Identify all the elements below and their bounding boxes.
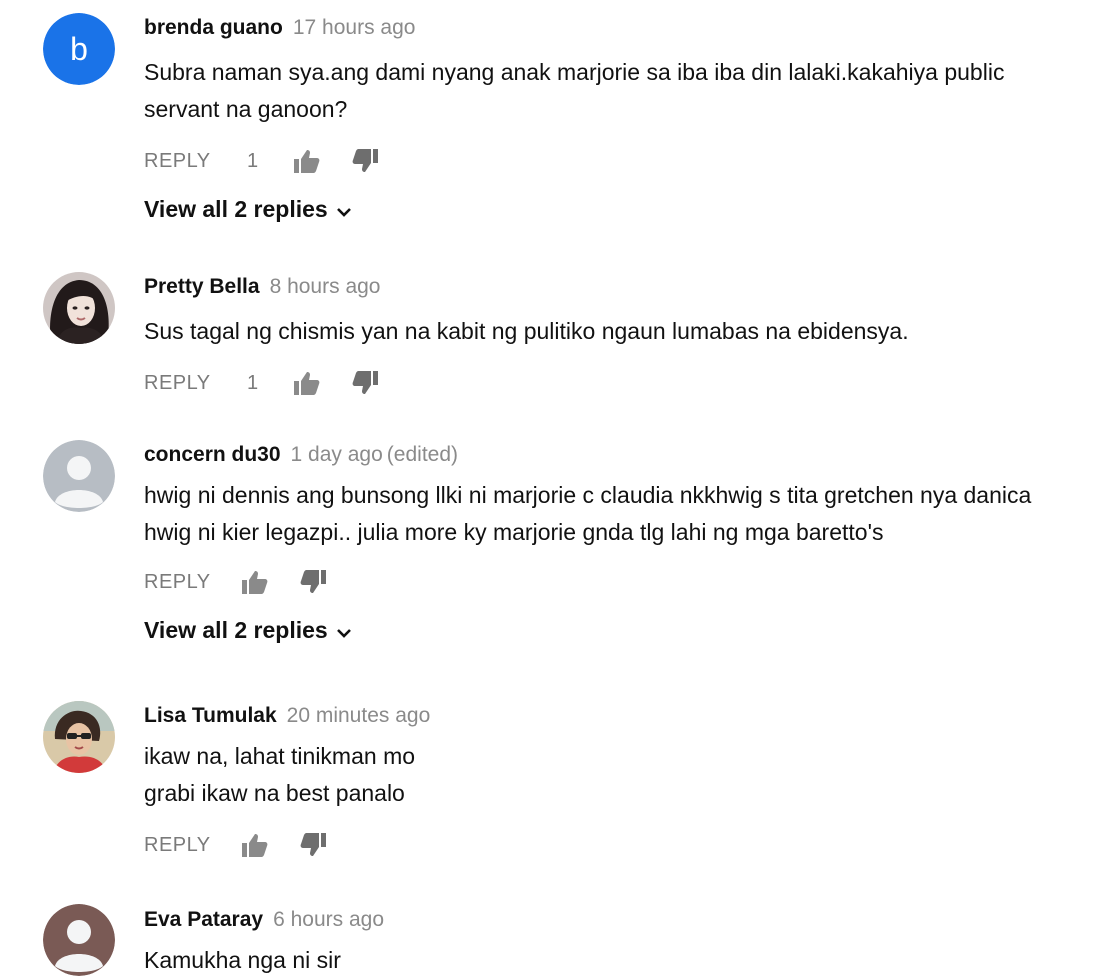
comment-text: Subra naman sya.ang dami nyang anak marj… (144, 54, 1116, 128)
comment-header: Eva Pataray 6 hours ago (144, 906, 1116, 934)
comment-text-line: grabi ikaw na best panalo (144, 780, 405, 806)
comment-header: concern du30 1 day ago (edited) (144, 441, 1116, 469)
comment-text-line: hwig ni kier legazpi.. julia more ky mar… (144, 519, 884, 545)
comment-time[interactable]: 20 minutes ago (287, 704, 431, 727)
view-replies-button[interactable]: View all 2 replies (144, 196, 352, 223)
comment-actions: REPLY (144, 567, 1116, 597)
thumbs-down-icon[interactable] (351, 370, 379, 396)
like-count: 1 (247, 149, 259, 172)
comment-time[interactable]: 1 day ago (291, 443, 383, 466)
default-user-icon (43, 904, 115, 976)
avatar[interactable] (43, 904, 115, 976)
comment-time[interactable]: 6 hours ago (273, 908, 384, 931)
comment-actions: REPLY 1 (144, 368, 1116, 398)
comment-actions: REPLY (144, 830, 1116, 860)
comment-header: brenda guano 17 hours ago (144, 14, 1116, 42)
thumbs-up-icon[interactable] (241, 832, 269, 858)
comment-text-line: ikaw na, lahat tinikman mo (144, 743, 416, 769)
comment-text-line: servant na ganoon? (144, 96, 348, 122)
thumbs-up-icon[interactable] (293, 370, 321, 396)
comment-time[interactable]: 8 hours ago (270, 275, 381, 298)
comment-text-line: Kamukha nga ni sir (144, 947, 341, 973)
comment-text-line: Sus tagal ng chismis yan na kabit ng pul… (144, 318, 909, 344)
view-replies-label: View all 2 replies (144, 617, 328, 643)
author-name[interactable]: Pretty Bella (144, 275, 260, 298)
comment-text: Sus tagal ng chismis yan na kabit ng pul… (144, 313, 1116, 350)
thumbs-down-icon[interactable] (299, 832, 327, 858)
avatar[interactable] (43, 701, 115, 773)
comment-text-line: Subra naman sya.ang dami nyang anak marj… (144, 59, 1005, 85)
avatar-letter: b (70, 31, 88, 67)
thumbs-up-icon[interactable] (241, 569, 269, 595)
letter-avatar-icon: b (43, 13, 115, 85)
author-name[interactable]: brenda guano (144, 16, 283, 39)
comment-time[interactable]: 17 hours ago (293, 16, 416, 39)
edited-label: (edited) (386, 443, 458, 466)
comment-text: Kamukha nga ni sir (144, 942, 1116, 979)
avatar[interactable] (43, 272, 115, 344)
thumbs-down-icon[interactable] (351, 148, 379, 174)
reply-button[interactable]: REPLY (144, 372, 211, 395)
comment-text-line: hwig ni dennis ang bunsong llki ni marjo… (144, 482, 1032, 508)
comment-actions: REPLY 1 (144, 146, 1116, 176)
author-name[interactable]: Eva Pataray (144, 908, 263, 931)
user-photo-icon (43, 272, 115, 344)
reply-button[interactable]: REPLY (144, 834, 211, 857)
comment-text: ikaw na, lahat tinikman mo grabi ikaw na… (144, 738, 1116, 812)
comment-header: Lisa Tumulak 20 minutes ago (144, 702, 1116, 730)
view-replies-label: View all 2 replies (144, 196, 328, 222)
reply-button[interactable]: REPLY (144, 571, 211, 594)
avatar[interactable]: b (43, 13, 115, 85)
author-name[interactable]: concern du30 (144, 443, 281, 466)
thumbs-up-icon[interactable] (293, 148, 321, 174)
default-user-icon (43, 440, 115, 512)
reply-button[interactable]: REPLY (144, 150, 211, 173)
comment-text: hwig ni dennis ang bunsong llki ni marjo… (144, 477, 1116, 551)
user-photo-icon (43, 701, 115, 773)
like-count: 1 (247, 371, 259, 394)
author-name[interactable]: Lisa Tumulak (144, 704, 277, 727)
comment-header: Pretty Bella 8 hours ago (144, 273, 1116, 301)
chevron-down-icon (336, 196, 352, 223)
view-replies-button[interactable]: View all 2 replies (144, 617, 352, 644)
chevron-down-icon (336, 617, 352, 644)
thumbs-down-icon[interactable] (299, 569, 327, 595)
avatar[interactable] (43, 440, 115, 512)
